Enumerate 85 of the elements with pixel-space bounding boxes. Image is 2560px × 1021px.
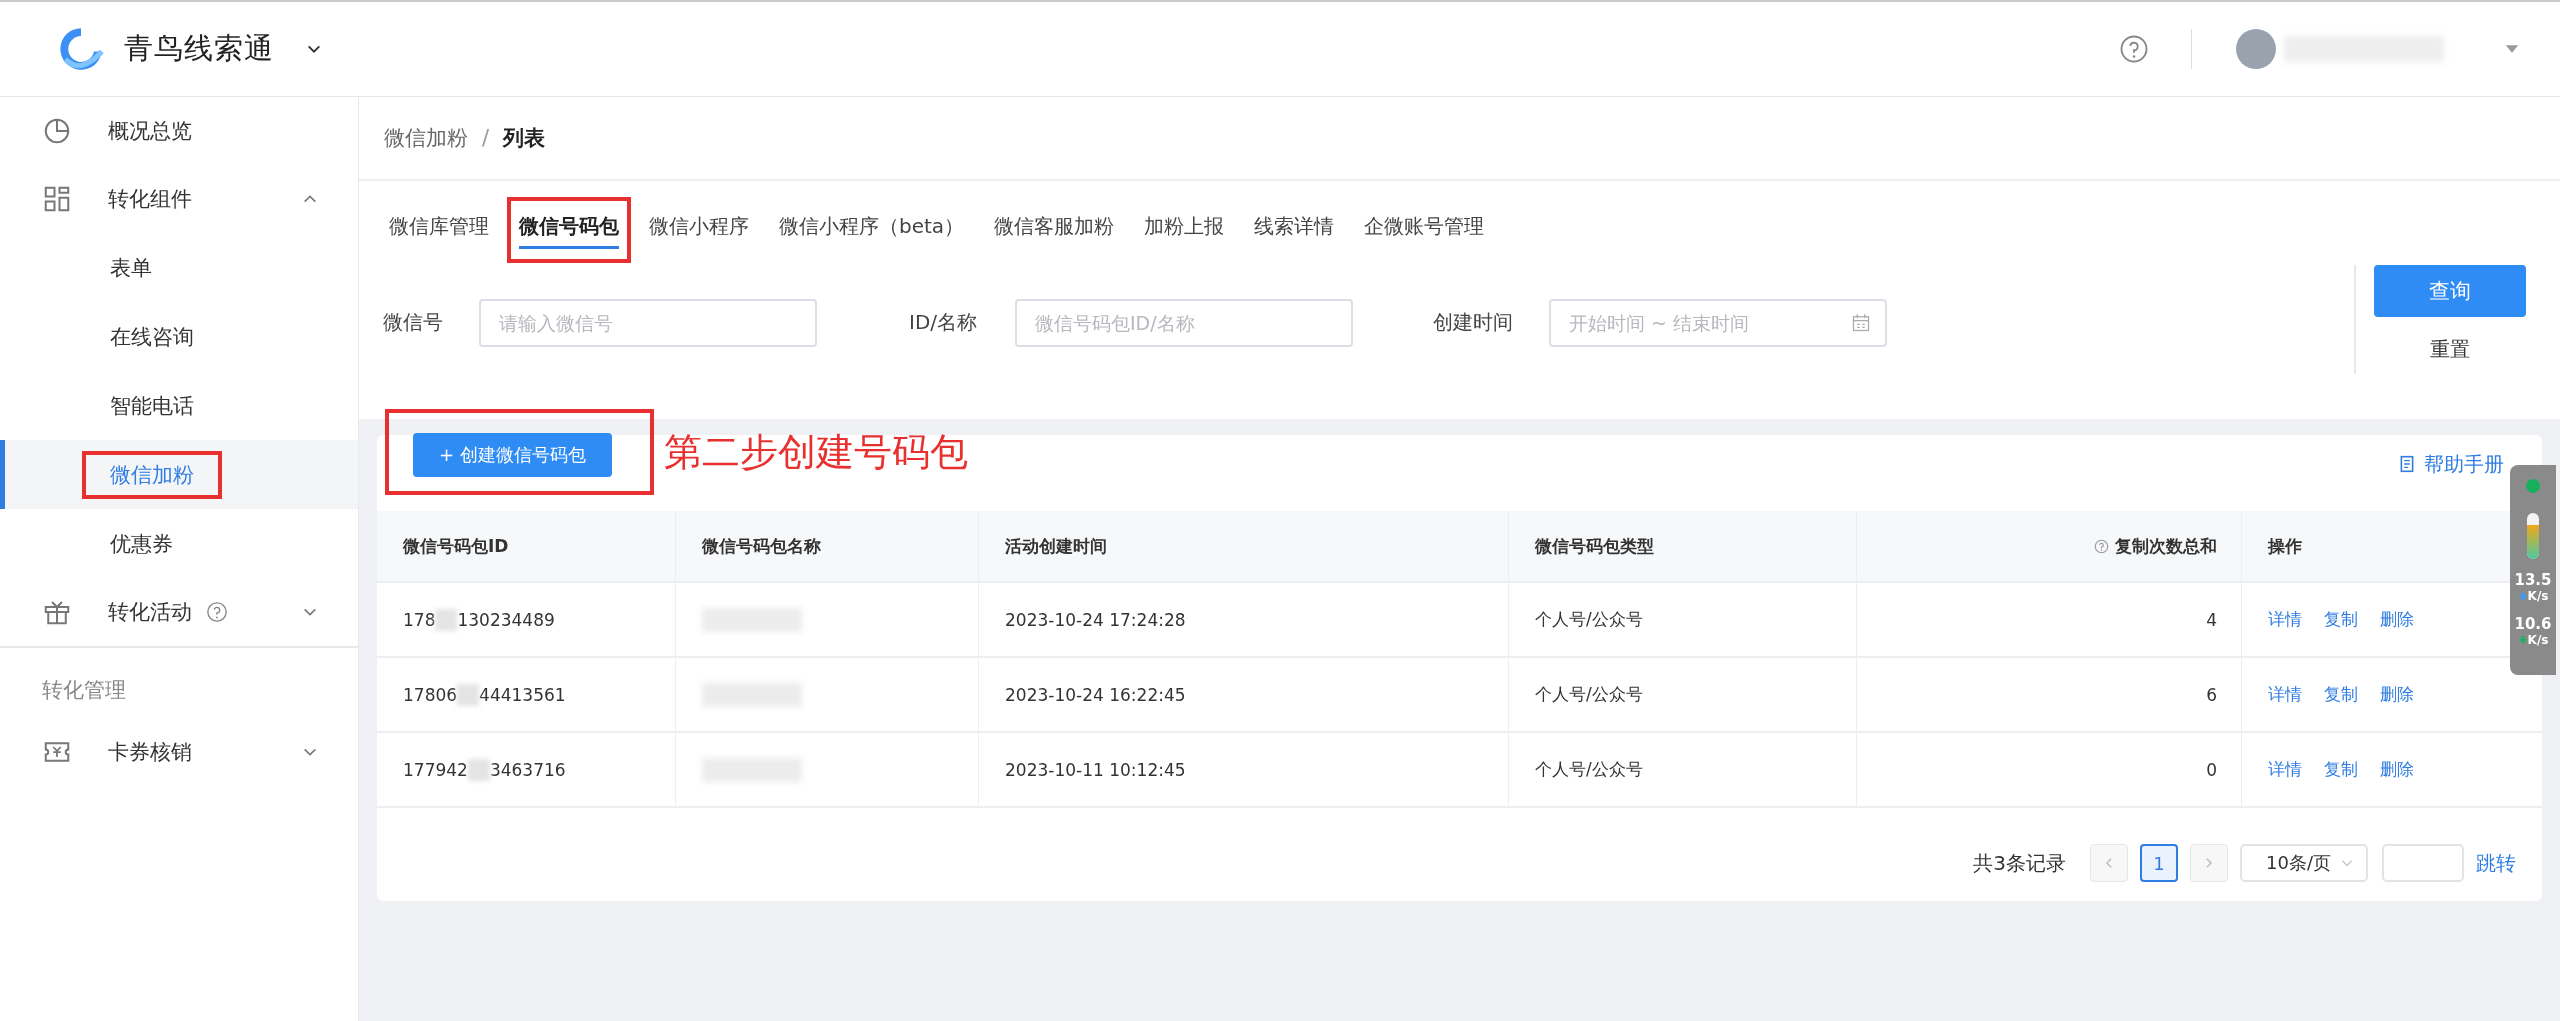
input-field[interactable]: 请输入微信号 — [479, 298, 817, 347]
sidebar-subitem[interactable]: 微信加粉 — [82, 450, 222, 499]
column-header: 操作 — [2268, 534, 2302, 558]
action-link[interactable]: 复制 — [2324, 683, 2358, 706]
field-label: 创建时间 — [1433, 309, 1514, 336]
column-header: 微信号码包ID — [403, 534, 509, 558]
action-link[interactable]: 详情 — [2268, 608, 2302, 631]
app-name: 青鸟线索通 — [124, 30, 274, 67]
table-cell: 6 — [2206, 684, 2217, 705]
pie-chart-icon — [42, 116, 72, 146]
download-speed: 10.6 — [2514, 615, 2552, 633]
tab[interactable]: 微信小程序（beta） — [767, 197, 977, 263]
tab[interactable]: 线索详情 — [1242, 197, 1347, 263]
table-cell: 2023-10-24 16:22:45 — [1005, 684, 1186, 705]
tab[interactable]: 微信小程序 — [637, 197, 761, 263]
column-header: 活动创建时间 — [1005, 534, 1107, 558]
blurred-text — [457, 683, 480, 706]
table-cell: 2023-10-11 10:12:45 — [1005, 759, 1186, 780]
arrow-down-icon — [2517, 635, 2528, 645]
breadcrumb-separator: / — [482, 126, 490, 150]
grid-icon — [42, 184, 72, 214]
table-cell: 4 — [2206, 609, 2217, 630]
upload-speed: 13.5 — [2514, 571, 2552, 589]
total-count: 共3条记录 — [1973, 849, 2066, 877]
page-button[interactable]: 1 — [2140, 844, 2178, 882]
annotation-text: 第二步创建号码包 — [663, 428, 968, 476]
breadcrumb-item[interactable]: 微信加粉 — [384, 124, 468, 152]
breadcrumb-item: 列表 — [503, 125, 546, 152]
caret-icon[interactable] — [2504, 44, 2520, 54]
tab[interactable]: 微信库管理 — [377, 197, 501, 263]
arrow-up-icon — [2517, 591, 2528, 601]
tab[interactable]: 微信客服加粉 — [982, 197, 1127, 263]
speed-unit: K/s — [2527, 589, 2549, 603]
sidebar-subitem[interactable]: 表单 — [82, 243, 180, 292]
table-cell: 130234489 — [457, 609, 555, 630]
field-label: ID/名称 — [909, 309, 979, 336]
document-icon — [2398, 455, 2416, 473]
table-cell: 个人号/公众号 — [1535, 608, 1643, 631]
field-label: 微信号 — [383, 309, 444, 336]
sidebar-item[interactable]: 转化组件 — [0, 165, 358, 233]
jump-link[interactable]: 跳转 — [2476, 849, 2516, 877]
table-cell: 3463716 — [489, 759, 566, 780]
sidebar-item[interactable]: 转化活动 — [0, 578, 358, 646]
action-link[interactable]: 详情 — [2268, 683, 2302, 706]
section-title: 转化管理 — [41, 677, 127, 704]
calendar-icon — [1851, 312, 1871, 333]
speed-unit: K/s — [2527, 633, 2549, 647]
status-dot-icon — [2526, 479, 2540, 493]
action-link[interactable]: 复制 — [2324, 608, 2358, 631]
help-link[interactable]: 帮助手册 — [2398, 450, 2504, 478]
action-link[interactable]: 复制 — [2324, 758, 2358, 781]
avatar[interactable] — [2236, 29, 2276, 69]
action-link[interactable]: 详情 — [2268, 758, 2302, 781]
tab[interactable]: 微信号码包 — [507, 197, 631, 263]
tab[interactable]: 加粉上报 — [1132, 197, 1237, 263]
sidebar-subitem[interactable]: 优惠券 — [82, 519, 201, 568]
input-field[interactable]: 微信号码包ID/名称 — [1015, 298, 1353, 347]
sidebar-subitem[interactable]: 在线咨询 — [82, 312, 222, 361]
table-cell: 178 — [403, 609, 436, 630]
action-link[interactable]: 删除 — [2380, 683, 2414, 706]
blurred-text — [435, 608, 458, 631]
date-range-field[interactable]: 开始时间 ~ 结束时间 — [1549, 298, 1887, 347]
help-icon[interactable] — [206, 601, 228, 623]
table-cell: 0 — [2206, 759, 2217, 780]
table-cell: 17806 — [403, 684, 458, 705]
sidebar-subitem[interactable]: 智能电话 — [82, 381, 222, 430]
action-link[interactable]: 删除 — [2380, 758, 2414, 781]
page-size-select[interactable]: 10条/页 — [2240, 844, 2368, 882]
sidebar-item[interactable]: 概况总览 — [0, 97, 358, 165]
table-cell: 44413561 — [479, 684, 566, 705]
column-header: 微信号码包名称 — [702, 534, 821, 558]
sidebar-item[interactable]: 卡券核销 — [0, 718, 358, 786]
help-icon[interactable] — [2094, 538, 2109, 554]
blurred-text — [467, 758, 490, 781]
table-cell: 2023-10-24 17:24:28 — [1005, 609, 1186, 630]
reset-button[interactable]: 重置 — [2424, 335, 2476, 364]
column-header: 复制次数总和 — [2115, 534, 2217, 558]
help-icon[interactable] — [2119, 34, 2149, 64]
table-cell: 个人号/公众号 — [1535, 758, 1643, 781]
page-input[interactable] — [2382, 844, 2464, 882]
tab[interactable]: 企微账号管理 — [1352, 197, 1497, 263]
action-link[interactable]: 删除 — [2380, 608, 2414, 631]
table-cell: 177942 — [403, 759, 468, 780]
column-header: 微信号码包类型 — [1535, 534, 1654, 558]
table-cell: 个人号/公众号 — [1535, 683, 1643, 706]
